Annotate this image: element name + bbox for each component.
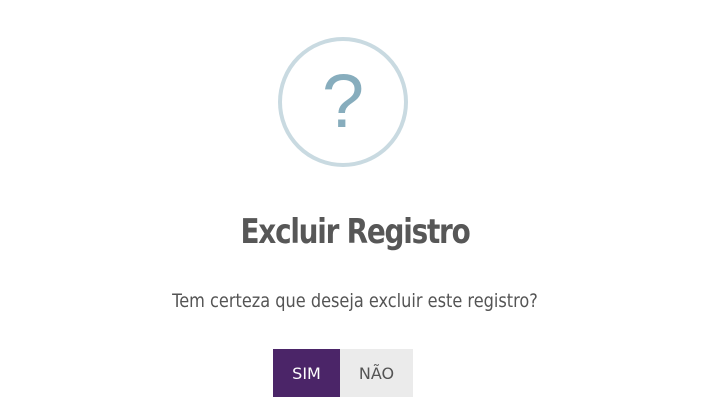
- question-icon-ring: ?: [278, 37, 408, 167]
- dialog-actions: SIM NÃO: [273, 349, 413, 397]
- cancel-button[interactable]: NÃO: [340, 349, 413, 397]
- dialog-title: Excluir Registro: [240, 212, 470, 252]
- question-mark-icon: ?: [321, 59, 365, 144]
- confirm-button[interactable]: SIM: [273, 349, 340, 397]
- dialog-message: Tem certeza que deseja excluir este regi…: [172, 290, 538, 312]
- confirm-delete-dialog: ? Excluir Registro Tem certeza que desej…: [0, 0, 710, 414]
